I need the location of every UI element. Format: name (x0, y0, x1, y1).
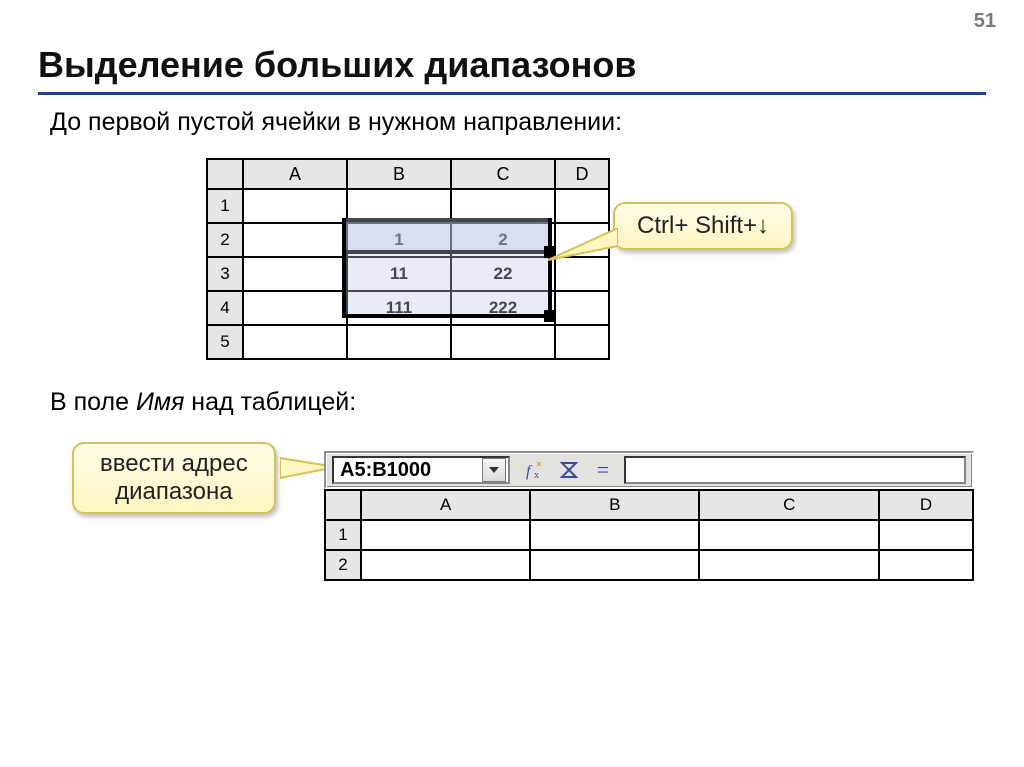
equals-icon[interactable]: = (588, 456, 618, 484)
cell (361, 550, 530, 580)
subtitle-namebox-post: над таблицей: (184, 388, 356, 416)
row-header-3: 3 (207, 257, 243, 291)
col-header-B: B (530, 490, 699, 520)
row-header-1: 1 (207, 189, 243, 223)
row-header-1: 1 (325, 520, 361, 550)
col-header-C: C (699, 490, 879, 520)
cell-C2: 2 (451, 223, 555, 257)
cell (243, 223, 347, 257)
cell (879, 520, 973, 550)
cell-B4: 111 (347, 291, 451, 325)
cell-C4: 222 (451, 291, 555, 325)
subtitle-namebox-em: Имя (136, 388, 184, 416)
cell (347, 189, 451, 223)
svg-text:f: f (526, 463, 533, 480)
col-header-B: B (347, 159, 451, 189)
cell-B2: 1 (347, 223, 451, 257)
subtitle-namebox: В поле Имя над таблицей: (50, 388, 356, 417)
bar-separator (510, 453, 518, 487)
spreadsheet-example-2: A5:B1000 fx = A B C D (324, 451, 974, 581)
cell (555, 257, 609, 291)
cell (555, 325, 609, 359)
callout-namebox-line1: ввести адрес (100, 450, 248, 478)
cell (555, 189, 609, 223)
row-header-2: 2 (325, 550, 361, 580)
cell (243, 291, 347, 325)
chevron-down-icon (489, 467, 499, 473)
col-header-C: C (451, 159, 555, 189)
svg-text:x: x (534, 470, 539, 481)
title-underline (38, 92, 986, 95)
function-wizard-icon[interactable]: fx (520, 456, 550, 484)
name-box[interactable]: A5:B1000 (332, 456, 510, 484)
cell (879, 550, 973, 580)
callout-shortcut: Ctrl+ Shift+↓ (613, 202, 793, 250)
cell (530, 550, 699, 580)
row-header-4: 4 (207, 291, 243, 325)
cell (347, 325, 451, 359)
subtitle-direction: До первой пустой ячейки в нужном направл… (50, 108, 622, 137)
formula-bar: A5:B1000 fx = (324, 451, 974, 489)
formula-input[interactable] (624, 456, 966, 484)
cell (699, 520, 879, 550)
cell (555, 291, 609, 325)
grid-1: A B C D 1 2 1 2 3 11 (206, 158, 610, 360)
subtitle-namebox-pre: В поле (50, 388, 136, 416)
slide-title: Выделение больших диапазонов (38, 44, 636, 86)
page-number: 51 (974, 10, 996, 33)
callout-namebox-line2: диапазона (100, 478, 248, 506)
row-header-5: 5 (207, 325, 243, 359)
name-box-value: A5:B1000 (334, 459, 431, 482)
sum-icon[interactable] (554, 456, 584, 484)
col-header-D: D (555, 159, 609, 189)
cell (451, 325, 555, 359)
cell (243, 325, 347, 359)
cell (699, 550, 879, 580)
corner-cell (207, 159, 243, 189)
name-box-dropdown[interactable] (482, 458, 506, 482)
cell (243, 189, 347, 223)
callout-shortcut-text: Ctrl+ Shift+↓ (637, 212, 769, 239)
col-header-A: A (243, 159, 347, 189)
row-header-2: 2 (207, 223, 243, 257)
cell (361, 520, 530, 550)
cell (555, 223, 609, 257)
cell-B3: 11 (347, 257, 451, 291)
equals-text: = (597, 457, 609, 483)
cell-C3: 22 (451, 257, 555, 291)
col-header-D: D (879, 490, 973, 520)
callout-namebox: ввести адрес диапазона (72, 442, 276, 514)
cell (530, 520, 699, 550)
cell (243, 257, 347, 291)
col-header-A: A (361, 490, 530, 520)
spreadsheet-example-1: A B C D 1 2 1 2 3 11 (206, 158, 610, 360)
corner-cell (325, 490, 361, 520)
grid-2: A B C D 1 2 (324, 489, 974, 581)
cell (451, 189, 555, 223)
